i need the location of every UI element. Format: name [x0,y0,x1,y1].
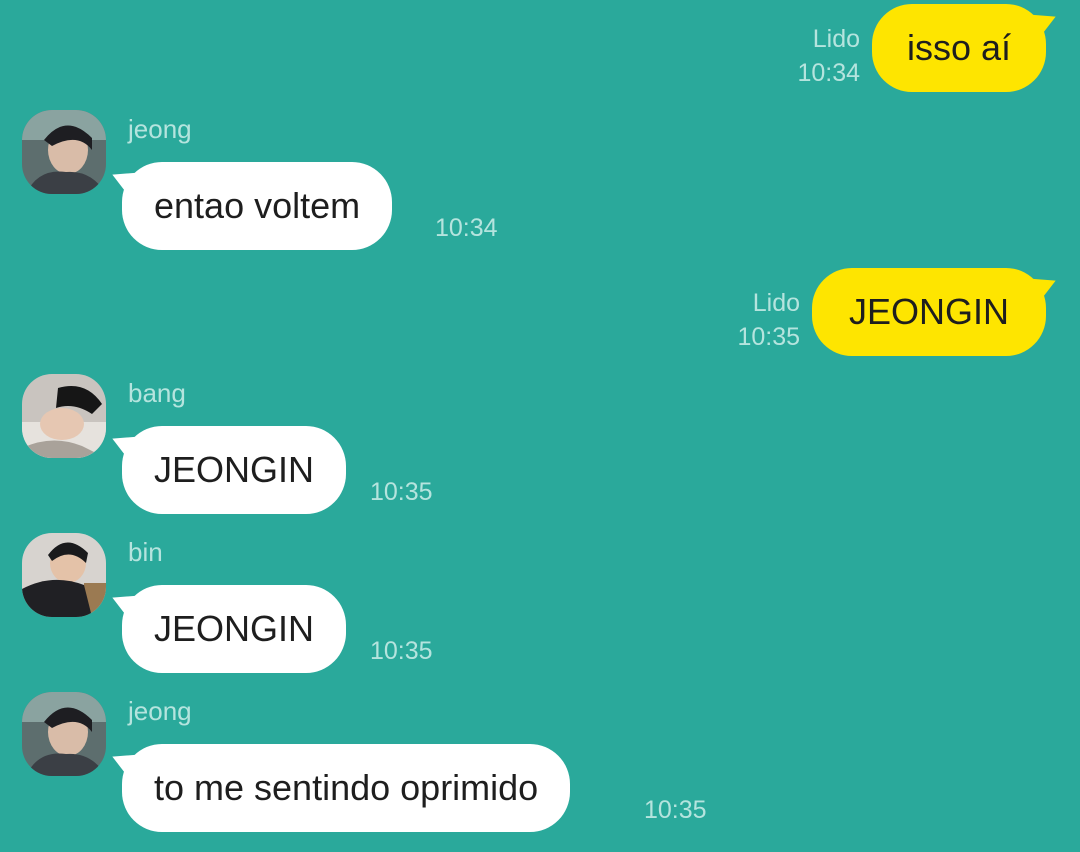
sender-name: jeong [128,114,192,144]
message-bubble[interactable]: JEONGIN [122,426,347,514]
message-time: 10:34 [435,214,498,242]
message-time: 10:35 [370,478,433,506]
message-time: 10:35 [644,796,707,824]
message-bubble[interactable]: entao voltem [122,162,393,250]
message-time: 10:35 [370,637,433,665]
avatar[interactable] [22,692,106,776]
outgoing-message: Lido 10:35 JEONGIN [0,264,1080,364]
read-status: Lido [752,289,800,317]
avatar[interactable] [22,533,106,617]
message-bubble[interactable]: to me sentindo oprimido [122,744,571,832]
message-time: 10:35 [737,323,800,351]
chat-screen: { "colors": { "background": "#2aa99b", "… [0,0,1080,852]
incoming-message: bang JEONGIN 10:35 [0,364,1080,524]
message-bubble[interactable]: isso aí [872,4,1046,92]
message-meta: Lido 10:35 [700,286,800,354]
sender-name: bang [128,378,186,408]
message-bubble[interactable]: JEONGIN [122,585,347,673]
sender-name: jeong [128,696,192,726]
message-bubble[interactable]: JEONGIN [812,268,1046,356]
avatar[interactable] [22,110,106,194]
avatar[interactable] [22,374,106,458]
message-time: 10:34 [797,59,860,87]
incoming-message: bin JEONGIN 10:35 [0,523,1080,683]
sender-name: bin [128,537,163,567]
outgoing-message: Lido 10:34 isso aí [0,0,1080,100]
message-meta: Lido 10:34 [760,22,860,90]
incoming-message: jeong entao voltem 10:34 [0,100,1080,260]
incoming-message: jeong to me sentindo oprimido 10:35 [0,682,1080,852]
read-status: Lido [812,25,860,53]
